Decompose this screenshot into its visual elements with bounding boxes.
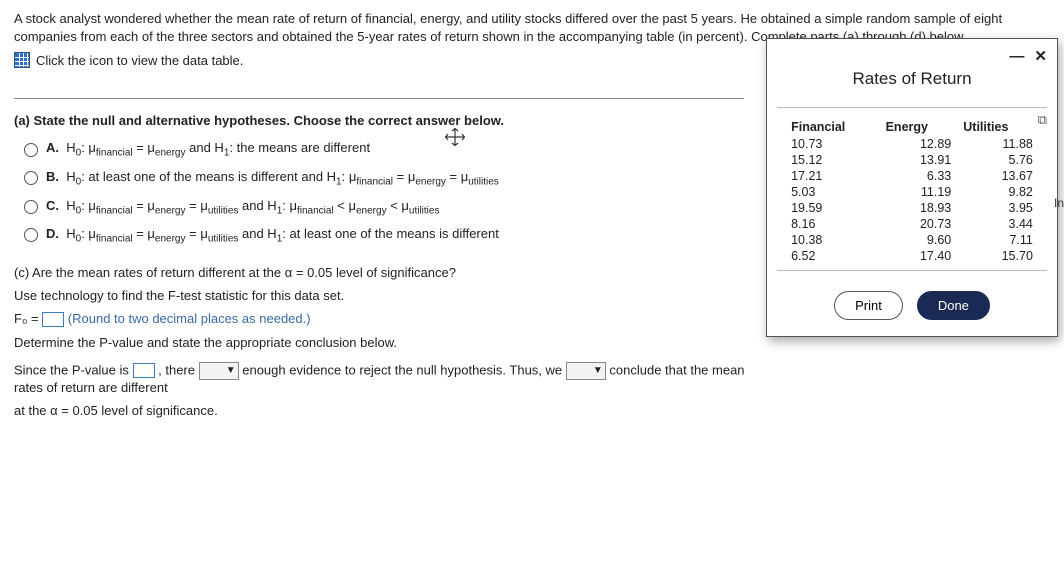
table-row: 6.5217.4015.70 xyxy=(785,248,1039,264)
col-financial: Financial xyxy=(785,118,880,136)
f-stat-hint: (Round to two decimal places as needed.) xyxy=(68,311,311,326)
table-row: 10.7312.8911.88 xyxy=(785,136,1039,152)
table-row: 10.389.607.11 xyxy=(785,232,1039,248)
move-handle-icon[interactable] xyxy=(440,128,470,146)
rates-popup: — ✕ Rates of Return ⧉ Financial Energy U… xyxy=(766,38,1058,337)
option-a[interactable]: A. H0: μfinancial = μenergy and H1: the … xyxy=(24,140,774,159)
conclusion-line: Since the P-value is , there ▼ enough ev… xyxy=(14,362,774,395)
view-table-link[interactable]: Click the icon to view the data table. xyxy=(36,53,243,68)
copy-icon[interactable]: ⧉ xyxy=(1038,112,1047,128)
popup-divider xyxy=(777,270,1047,271)
option-b[interactable]: B. H0: at least one of the means is diff… xyxy=(24,169,774,188)
side-tab: In xyxy=(1054,196,1064,210)
part-c-prompt: (c) Are the mean rates of return differe… xyxy=(14,265,774,280)
table-row: 8.1620.733.44 xyxy=(785,216,1039,232)
f-stat-input[interactable] xyxy=(42,312,64,327)
data-table-icon[interactable] xyxy=(14,52,30,68)
evidence-dropdown[interactable]: ▼ xyxy=(199,362,239,380)
radio-icon[interactable] xyxy=(24,143,38,157)
col-energy: Energy xyxy=(880,118,958,136)
option-c[interactable]: C. H0: μfinancial = μenergy = μutilities… xyxy=(24,198,774,217)
col-utilities: Utilities xyxy=(957,118,1039,136)
table-row: 5.0311.199.82 xyxy=(785,184,1039,200)
minimize-icon[interactable]: — xyxy=(1009,48,1024,65)
conclude-dropdown[interactable]: ▼ xyxy=(566,362,606,380)
radio-icon[interactable] xyxy=(24,228,38,242)
f-stat-line: F₀ = (Round to two decimal places as nee… xyxy=(14,311,774,327)
popup-divider xyxy=(777,107,1047,108)
pvalue-prompt: Determine the P-value and state the appr… xyxy=(14,335,774,350)
table-row: 19.5918.933.95 xyxy=(785,200,1039,216)
popup-title: Rates of Return xyxy=(777,69,1047,89)
done-button[interactable]: Done xyxy=(917,291,990,320)
divider xyxy=(14,98,744,99)
part-a-prompt: (a) State the null and alternative hypot… xyxy=(14,113,774,128)
option-a-label: A. H0: μfinancial = μenergy and H1: the … xyxy=(46,140,370,159)
print-button[interactable]: Print xyxy=(834,291,903,320)
table-row: 17.216.3313.67 xyxy=(785,168,1039,184)
close-icon[interactable]: ✕ xyxy=(1034,47,1047,65)
radio-icon[interactable] xyxy=(24,200,38,214)
option-c-label: C. H0: μfinancial = μenergy = μutilities… xyxy=(46,198,439,217)
option-b-label: B. H0: at least one of the means is diff… xyxy=(46,169,499,188)
rates-table: Financial Energy Utilities 10.7312.8911.… xyxy=(785,118,1039,264)
radio-icon[interactable] xyxy=(24,171,38,185)
option-d-label: D. H0: μfinancial = μenergy = μutilities… xyxy=(46,226,499,245)
pvalue-input[interactable] xyxy=(133,363,155,378)
conclusion-last: at the α = 0.05 level of significance. xyxy=(14,403,774,418)
option-d[interactable]: D. H0: μfinancial = μenergy = μutilities… xyxy=(24,226,774,245)
table-row: 15.1213.915.76 xyxy=(785,152,1039,168)
part-c-tech: Use technology to find the F-test statis… xyxy=(14,288,774,303)
